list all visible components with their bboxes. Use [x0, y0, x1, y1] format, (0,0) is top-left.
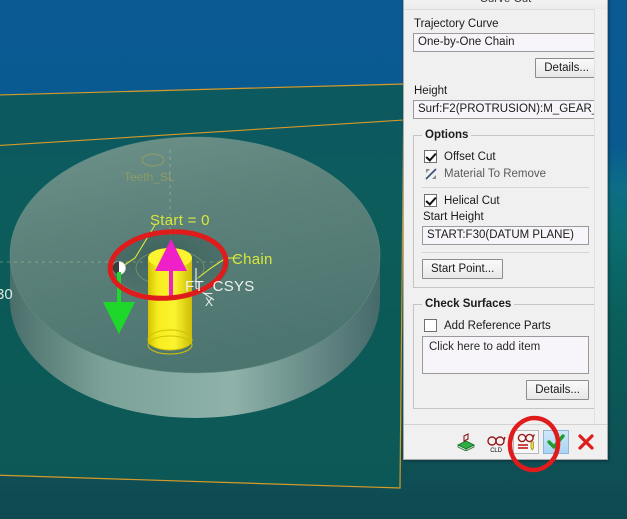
trajectory-details-button[interactable]: Details... — [535, 58, 598, 78]
accept-check-icon — [547, 434, 565, 449]
trajectory-details-row: Details... — [413, 58, 598, 78]
options-divider-1 — [422, 187, 589, 188]
add-reference-parts-checkbox[interactable] — [424, 319, 437, 332]
helical-cut-row[interactable]: Helical Cut — [424, 194, 589, 207]
offset-cut-row[interactable]: Offset Cut — [424, 150, 589, 163]
dialog-body: Trajectory Curve One-by-One Chain Detail… — [404, 10, 607, 409]
cl-data-glasses-icon — [487, 436, 506, 446]
start-height-input[interactable]: START:F30(DATUM PLANE) — [422, 226, 589, 245]
start-point-button[interactable]: Start Point... — [422, 259, 504, 279]
trajectory-curve-input[interactable]: One-by-One Chain — [413, 33, 598, 52]
edit-cl-data-glasses-icon — [517, 433, 536, 451]
display-tool-path-icon — [457, 433, 475, 451]
trajectory-curve-label: Trajectory Curve — [414, 18, 499, 30]
display-tool-path-button[interactable] — [453, 430, 479, 454]
curve-cut-dialog[interactable]: Curve Cut × Trajectory Curve One-by-One … — [403, 0, 608, 460]
close-icon[interactable]: × — [589, 0, 601, 4]
material-to-remove-disabled-icon — [424, 167, 437, 180]
accept-button[interactable] — [543, 430, 569, 454]
height-input[interactable]: Surf:F2(PROTRUSION):M_GEAR_B_R( — [413, 100, 598, 119]
height-label: Height — [414, 85, 448, 97]
add-reference-parts-row[interactable]: Add Reference Parts — [424, 319, 589, 332]
cancel-button[interactable] — [573, 430, 599, 454]
edit-cl-data-button[interactable] — [513, 430, 539, 454]
offset-cut-checkbox[interactable] — [424, 150, 437, 163]
options-divider-2 — [422, 252, 589, 253]
cl-data-caption: CLD — [490, 448, 502, 454]
helical-cut-checkbox[interactable] — [424, 194, 437, 207]
cancel-cross-icon — [578, 434, 594, 450]
material-to-remove-row: Material To Remove — [424, 167, 589, 180]
dialog-titlebar: Curve Cut × — [404, 0, 607, 10]
helical-cut-label: Helical Cut — [444, 194, 500, 207]
check-surfaces-details-row: Details... — [422, 380, 589, 400]
dialog-scroll-strip[interactable] — [594, 9, 607, 425]
options-legend: Options — [425, 129, 469, 141]
options-group: Options Offset Cut Material To Remove He… — [413, 129, 598, 288]
add-reference-parts-label: Add Reference Parts — [444, 319, 551, 332]
check-surfaces-details-button[interactable]: Details... — [526, 380, 589, 400]
check-surfaces-listbox[interactable]: Click here to add item — [422, 336, 589, 374]
check-surfaces-group: Check Surfaces Add Reference Parts Click… — [413, 298, 598, 409]
offset-cut-label: Offset Cut — [444, 150, 496, 163]
start-height-label: Start Height — [423, 211, 484, 223]
material-to-remove-label: Material To Remove — [444, 167, 547, 180]
dialog-title: Curve Cut — [480, 0, 532, 5]
check-surfaces-legend: Check Surfaces — [425, 298, 512, 310]
dialog-toolbar: CLD — [404, 424, 607, 459]
cl-data-button[interactable]: CLD — [483, 430, 509, 454]
